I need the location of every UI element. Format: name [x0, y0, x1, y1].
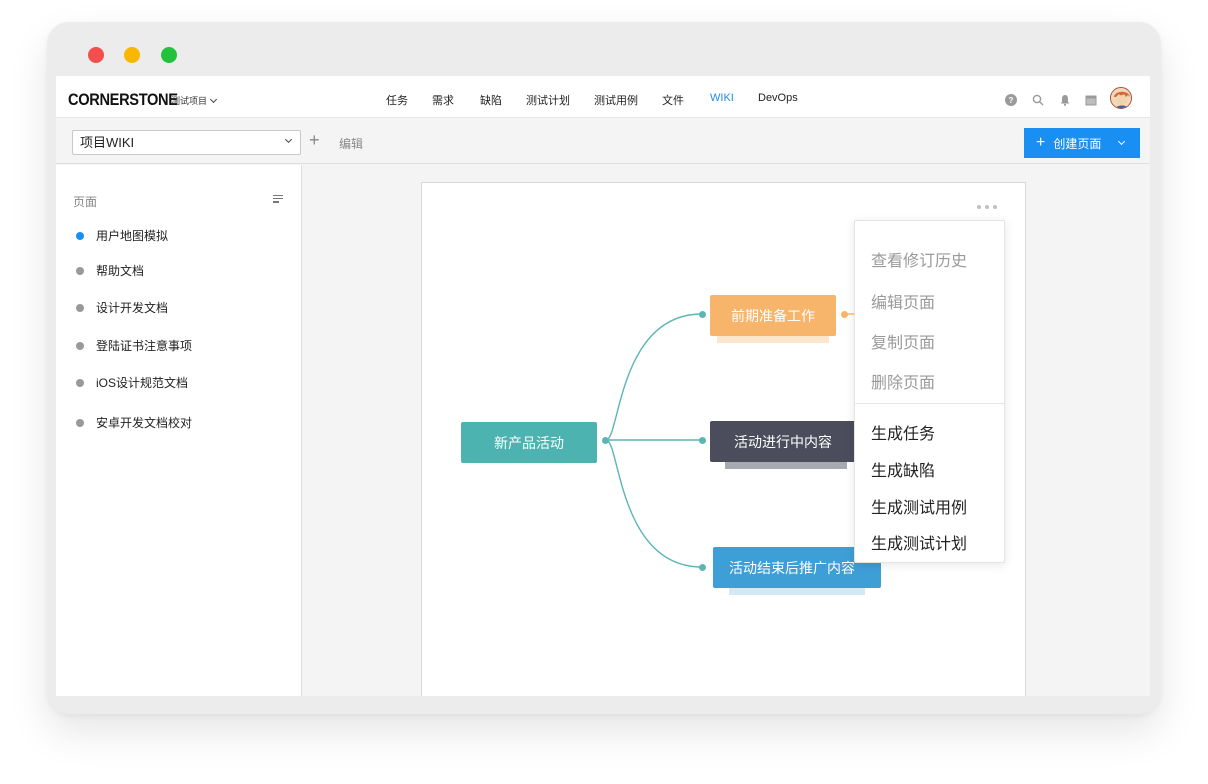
top-nav: CORNERSTONE 测试项目 任务 需求 缺陷 测试计划 测试用例 文件 W… [56, 76, 1150, 118]
nav-defects[interactable]: 缺陷 [480, 92, 502, 108]
mindmap-node-in-progress[interactable]: 活动进行中内容 [710, 421, 856, 462]
nav-files[interactable]: 文件 [662, 92, 684, 108]
sidebar-title: 页面 [73, 195, 98, 209]
bell-icon[interactable] [1059, 94, 1071, 106]
menu-item-generate-defect[interactable]: 生成缺陷 [871, 457, 935, 481]
project-selector-label: 测试项目 [171, 96, 208, 106]
page-actions-menu: 查看修订历史 编辑页面 复制页面 删除页面 生成任务 生成缺陷 生成测试用例 生… [854, 220, 1005, 563]
maximize-window-button[interactable] [161, 47, 177, 63]
connector-dot [699, 437, 706, 444]
mindmap-root-node[interactable]: 新产品活动 [461, 422, 597, 463]
project-selector[interactable]: 测试项目 [171, 94, 218, 107]
chevron-down-icon [284, 135, 293, 144]
sidebar-item-design-dev-docs[interactable]: 设计开发文档 [76, 299, 168, 316]
wiki-space-select[interactable]: 项目WIKI [72, 130, 301, 155]
menu-item-generate-task[interactable]: 生成任务 [871, 420, 935, 444]
sidebar-item-label: 设计开发文档 [96, 301, 169, 315]
bullet-icon [76, 341, 84, 350]
create-page-label: 创建页面 [1053, 136, 1102, 151]
bullet-icon [76, 231, 84, 240]
sidebar-item-user-map[interactable]: 用户地图模拟 [76, 227, 168, 244]
sidebar-item-login-cert[interactable]: 登陆证书注意事项 [76, 337, 192, 354]
nav-requirements[interactable]: 需求 [432, 92, 454, 108]
sort-icon[interactable] [273, 195, 283, 205]
calendar-icon[interactable] [1085, 94, 1097, 106]
sidebar-item-label: 安卓开发文档校对 [96, 416, 193, 430]
edit-button[interactable]: 编辑 [339, 135, 363, 152]
minimize-window-button[interactable] [124, 47, 140, 63]
connector-dot [602, 437, 609, 444]
mindmap-node-prep[interactable]: 前期准备工作 [710, 295, 836, 336]
nav-devops[interactable]: DevOps [758, 92, 798, 104]
svg-text:?: ? [1009, 96, 1014, 105]
sidebar-item-label: 帮助文档 [96, 264, 145, 278]
bullet-icon [76, 418, 84, 427]
nav-tasks[interactable]: 任务 [386, 92, 408, 108]
bullet-icon [76, 266, 84, 275]
menu-item-generate-test-case[interactable]: 生成测试用例 [871, 494, 967, 518]
bullet-icon [76, 303, 84, 312]
menu-item-delete-page[interactable]: 删除页面 [871, 369, 935, 393]
nav-wiki[interactable]: WIKI [710, 92, 734, 104]
nav-test-plans[interactable]: 测试计划 [526, 92, 570, 108]
search-icon[interactable] [1032, 94, 1044, 106]
menu-item-revision-history[interactable]: 查看修订历史 [871, 247, 967, 271]
menu-item-generate-test-plan[interactable]: 生成测试计划 [871, 530, 967, 554]
add-page-button[interactable]: + [309, 131, 320, 149]
wiki-space-select-value: 项目WIKI [80, 135, 135, 150]
sidebar-item-label: 用户地图模拟 [96, 229, 169, 243]
menu-item-copy-page[interactable]: 复制页面 [871, 329, 935, 353]
avatar[interactable] [1110, 87, 1132, 109]
sidebar-item-android-docs[interactable]: 安卓开发文档校对 [76, 414, 192, 431]
app-content: CORNERSTONE 测试项目 任务 需求 缺陷 测试计划 测试用例 文件 W… [56, 76, 1150, 696]
nav-test-cases[interactable]: 测试用例 [594, 92, 638, 108]
bullet-icon [76, 378, 84, 387]
close-window-button[interactable] [88, 47, 104, 63]
pages-sidebar: 页面 用户地图模拟 帮助文档 设计开发文档 登陆证书注意事项 iOS设计规范文档… [56, 165, 302, 696]
connector-dot [841, 311, 848, 318]
sidebar-item-ios-design[interactable]: iOS设计规范文档 [76, 374, 188, 391]
chevron-down-icon [209, 95, 218, 103]
sidebar-item-label: 登陆证书注意事项 [96, 339, 193, 353]
menu-item-edit-page[interactable]: 编辑页面 [871, 289, 935, 313]
plus-icon: + [1036, 134, 1046, 151]
chevron-down-icon[interactable] [1118, 137, 1126, 146]
wiki-toolbar: 项目WIKI + 编辑 + 创建页面 [56, 118, 1150, 164]
sidebar-item-help-docs[interactable]: 帮助文档 [76, 262, 144, 279]
menu-divider [855, 403, 1004, 404]
connector-dot [699, 311, 706, 318]
help-icon[interactable]: ? [1005, 94, 1017, 106]
sidebar-item-label: iOS设计规范文档 [96, 376, 189, 390]
connector-dot [699, 564, 706, 571]
logo: CORNERSTONE [68, 90, 178, 109]
avatar-image [1111, 88, 1131, 108]
create-page-button[interactable]: + 创建页面 [1024, 128, 1140, 158]
